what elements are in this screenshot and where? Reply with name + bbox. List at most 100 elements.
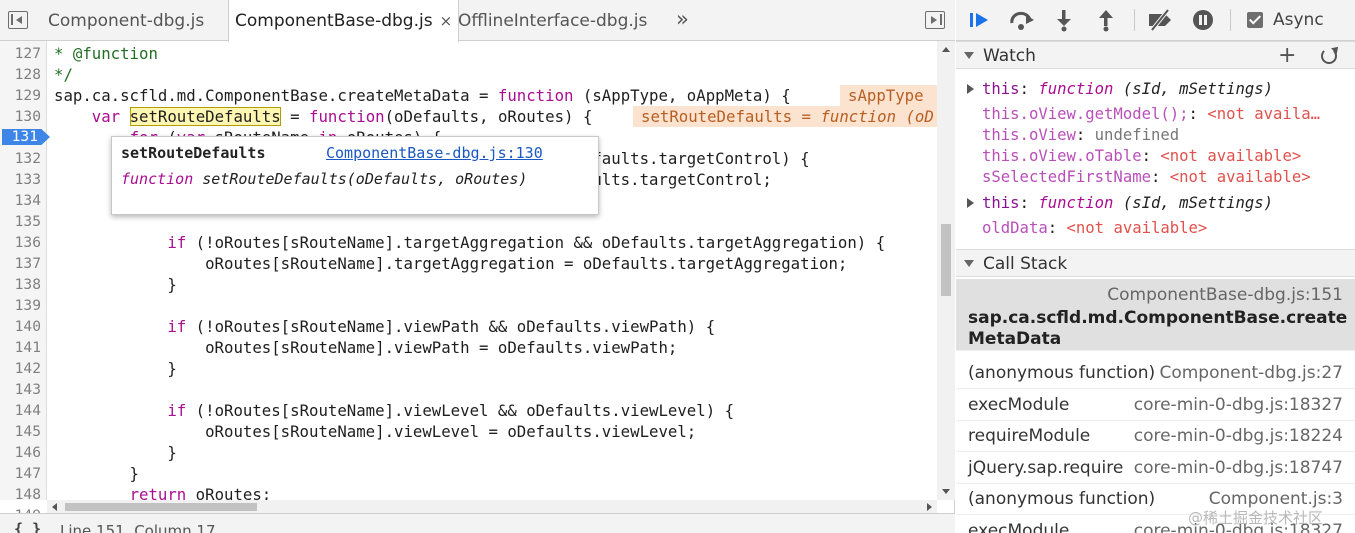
tab-offlineinterface-dbg[interactable]: OfflineInterface-dbg.js: [458, 0, 647, 41]
line-number[interactable]: 133: [0, 169, 41, 190]
line-number[interactable]: 128: [0, 64, 41, 85]
pause-on-exceptions-icon[interactable]: [1191, 8, 1215, 32]
tab-component-dbg[interactable]: Component-dbg.js: [48, 0, 204, 41]
debugger-sidebar-toggle-icon[interactable]: [925, 11, 945, 29]
watch-item[interactable]: this: function (sId, mSettings): [956, 193, 1355, 214]
scroll-up-icon[interactable]: [942, 47, 950, 52]
line-number[interactable]: 144: [0, 400, 41, 421]
line-number[interactable]: 146: [0, 442, 41, 463]
scroll-left-icon[interactable]: [52, 503, 57, 511]
vertical-scrollbar[interactable]: [937, 41, 955, 500]
inline-value-setroutedefaults: setRouteDefaults = function (oD: [633, 106, 937, 127]
watch-title: Watch: [983, 46, 1036, 66]
breakpoint-marker[interactable]: 131: [2, 129, 50, 145]
step-into-icon[interactable]: [1054, 8, 1074, 32]
add-watch-icon[interactable]: +: [1278, 43, 1296, 68]
call-frame-function: jQuery.sap.require: [968, 457, 1124, 478]
vertical-scroll-thumb[interactable]: [941, 224, 951, 296]
code-line: }: [54, 275, 177, 294]
resume-icon[interactable]: [968, 8, 994, 32]
line-number[interactable]: 129: [0, 85, 41, 106]
watch-value-keyword: function: [1038, 194, 1114, 212]
signature-keyword: function: [121, 170, 194, 188]
watch-section-header[interactable]: Watch +: [956, 41, 1355, 69]
call-frame[interactable]: requireModule core-min-0-dbg.js:18224: [956, 420, 1355, 452]
expand-triangle-icon[interactable]: [967, 84, 974, 94]
deactivate-breakpoints-icon[interactable]: [1146, 8, 1176, 32]
watch-value-undefined: undefined: [1094, 126, 1180, 144]
line-number[interactable]: 147: [0, 463, 41, 484]
line-number[interactable]: 139: [0, 295, 41, 316]
line-number[interactable]: 137: [0, 253, 41, 274]
inline-value-sapptype: sAppType: [840, 85, 937, 106]
call-frame[interactable]: (anonymous function) Component-dbg.js:27: [956, 357, 1355, 389]
cursor-position: Line 151, Column 17: [60, 522, 216, 533]
scroll-right-icon[interactable]: [927, 503, 932, 511]
line-number-gutter[interactable]: 127 128 129 130 131 132 133 134 135 136 137 138 139 1…: [0, 41, 50, 524]
code-line: if (!oRoutes[sRouteName].viewPath && oDe…: [167, 317, 716, 336]
code-line: * @function: [54, 44, 158, 63]
code-line: oRoutes[sRouteName].viewPath = oDefaults…: [54, 338, 678, 357]
step-out-icon[interactable]: [1096, 8, 1116, 32]
line-number[interactable]: 142: [0, 358, 41, 379]
tab-componentbase-dbg[interactable]: ComponentBase-dbg.js ×: [228, 0, 460, 42]
popover-source-link[interactable]: ComponentBase-dbg.js:130: [326, 144, 543, 162]
line-number[interactable]: 145: [0, 421, 41, 442]
code-line: */: [54, 65, 73, 84]
toolbar-separator: [1134, 9, 1135, 31]
line-number[interactable]: 127: [0, 43, 41, 64]
watch-expression: oldData: [982, 219, 1048, 237]
watch-value-args: (sId, mSettings): [1113, 80, 1274, 98]
line-number[interactable]: 141: [0, 337, 41, 358]
inline-value-func: function (oD: [820, 107, 934, 126]
refresh-icon[interactable]: [1321, 48, 1337, 64]
tab-label: ComponentBase-dbg.js: [235, 11, 433, 31]
line-number[interactable]: 136: [0, 232, 41, 253]
async-checkbox[interactable]: [1247, 12, 1263, 28]
call-frame[interactable]: sap.ca.scfld.md.ComponentBase.createMeta…: [956, 279, 1355, 351]
scroll-down-icon[interactable]: [942, 489, 950, 494]
call-frame-function: execModule: [968, 520, 1070, 533]
pretty-print-icon[interactable]: { }: [14, 520, 41, 533]
call-frame-function: sap.ca.scfld.md.ComponentBase.createMeta…: [968, 308, 1348, 349]
horizontal-scroll-thumb[interactable]: [65, 503, 257, 511]
highlighted-symbol[interactable]: setRouteDefaults: [129, 107, 281, 126]
watch-separator: :: [1151, 168, 1170, 186]
call-stack-section-header[interactable]: Call Stack: [956, 249, 1355, 277]
navigator-toggle-icon[interactable]: [8, 11, 28, 29]
call-frame[interactable]: execModule core-min-0-dbg.js:18327: [956, 389, 1355, 421]
watch-item-text: sSelectedFirstName: <not available>: [982, 167, 1311, 188]
watch-item[interactable]: sSelectedFirstName: <not available>: [956, 167, 1355, 188]
call-frame-function: (anonymous function): [968, 363, 1156, 383]
line-number[interactable]: 134: [0, 190, 41, 211]
watch-item[interactable]: this.oView.getModel();: <not availa…: [956, 104, 1355, 125]
hover-popover: setRouteDefaults ComponentBase-dbg.js:13…: [111, 136, 599, 215]
call-frame[interactable]: jQuery.sap.require core-min-0-dbg.js:1874…: [956, 452, 1355, 484]
watch-value-not-available: <not available>: [1160, 147, 1302, 165]
watermark: @稀土掘金技术社区: [1188, 509, 1324, 527]
line-number[interactable]: 143: [0, 379, 41, 400]
watch-expression: this: [982, 80, 1020, 98]
watch-item[interactable]: this: function (sId, mSettings): [956, 79, 1355, 100]
watch-item[interactable]: oldData: <not available>: [956, 218, 1355, 239]
line-number[interactable]: 130: [0, 106, 41, 127]
watch-separator: :: [1019, 194, 1039, 212]
code-line: }: [54, 443, 177, 462]
watch-item[interactable]: this.oView.oTable: <not available>: [956, 146, 1355, 167]
expand-triangle-icon[interactable]: [967, 198, 974, 208]
line-number[interactable]: 132: [0, 148, 41, 169]
line-number[interactable]: 135: [0, 211, 41, 232]
step-over-icon[interactable]: [1008, 8, 1036, 32]
line-number[interactable]: 138: [0, 274, 41, 295]
watch-expression: this.oView.getModel();: [982, 105, 1189, 123]
code-area[interactable]: * @function */ sap.ca.scfld.md.ComponentBa…: [47, 41, 937, 500]
code-line: if (!oRoutes[sRouteName].targetAggregati…: [167, 233, 886, 252]
debugger-toolbar: Async: [956, 0, 1355, 41]
tab-overflow-icon[interactable]: »: [676, 7, 689, 31]
code-line: return oRoutes;: [129, 485, 272, 500]
tab-close-icon[interactable]: ×: [440, 12, 453, 30]
line-number[interactable]: 148: [0, 484, 41, 505]
line-number[interactable]: 140: [0, 316, 41, 337]
watch-item[interactable]: this.oView: undefined: [956, 125, 1355, 146]
horizontal-scrollbar[interactable]: [47, 500, 937, 513]
